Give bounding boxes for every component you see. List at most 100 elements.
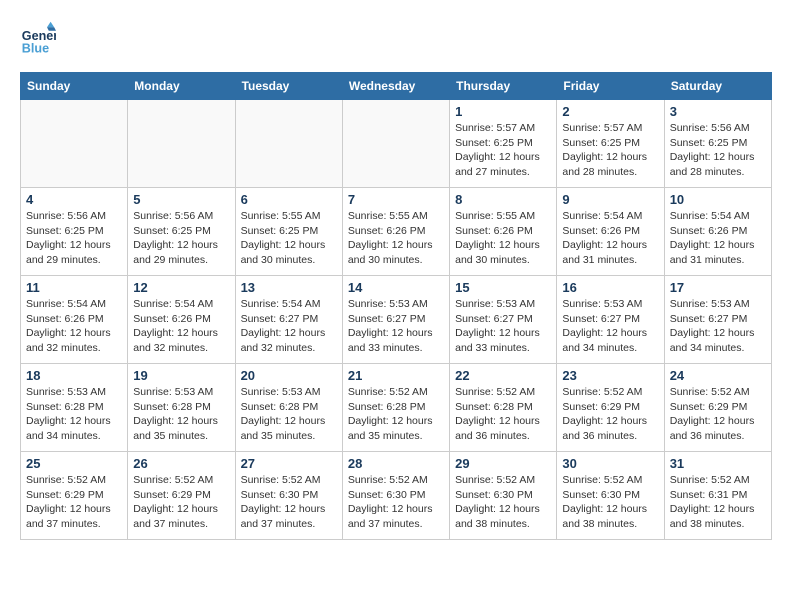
day-info: Sunrise: 5:54 AM Sunset: 6:26 PM Dayligh… — [26, 297, 122, 356]
day-info: Sunrise: 5:52 AM Sunset: 6:29 PM Dayligh… — [562, 385, 658, 444]
day-number: 3 — [670, 104, 766, 119]
calendar-cell — [128, 100, 235, 188]
calendar-cell: 24 Sunrise: 5:52 AM Sunset: 6:29 PM Dayli… — [664, 364, 771, 452]
header-monday: Monday — [128, 73, 235, 100]
day-number: 25 — [26, 456, 122, 471]
day-info: Sunrise: 5:53 AM Sunset: 6:27 PM Dayligh… — [670, 297, 766, 356]
day-info: Sunrise: 5:53 AM Sunset: 6:28 PM Dayligh… — [26, 385, 122, 444]
calendar-cell: 31 Sunrise: 5:52 AM Sunset: 6:31 PM Dayli… — [664, 452, 771, 540]
day-info: Sunrise: 5:52 AM Sunset: 6:30 PM Dayligh… — [455, 473, 551, 532]
calendar-cell: 25 Sunrise: 5:52 AM Sunset: 6:29 PM Dayli… — [21, 452, 128, 540]
header-saturday: Saturday — [664, 73, 771, 100]
header-friday: Friday — [557, 73, 664, 100]
day-number: 14 — [348, 280, 444, 295]
calendar-cell: 30 Sunrise: 5:52 AM Sunset: 6:30 PM Dayli… — [557, 452, 664, 540]
calendar-cell: 2Sunrise: 5:57 AM Sunset: 6:25 PM Daylig… — [557, 100, 664, 188]
calendar-cell: 29 Sunrise: 5:52 AM Sunset: 6:30 PM Dayli… — [450, 452, 557, 540]
calendar-cell: 4 Sunrise: 5:56 AM Sunset: 6:25 PM Daylig… — [21, 188, 128, 276]
day-number: 20 — [241, 368, 337, 383]
day-number: 4 — [26, 192, 122, 207]
calendar-cell: 27 Sunrise: 5:52 AM Sunset: 6:30 PM Dayli… — [235, 452, 342, 540]
week-row-1: 1 Sunrise: 5:57 AM Sunset: 6:25 PM Daylig… — [21, 100, 772, 188]
day-number: 22 — [455, 368, 551, 383]
day-number: 17 — [670, 280, 766, 295]
day-number: 1 — [455, 104, 551, 119]
week-row-4: 18 Sunrise: 5:53 AM Sunset: 6:28 PM Dayli… — [21, 364, 772, 452]
day-info: Sunrise: 5:53 AM Sunset: 6:27 PM Dayligh… — [455, 297, 551, 356]
day-info: Sunrise: 5:56 AM Sunset: 6:25 PM Dayligh… — [133, 209, 229, 268]
svg-text:Blue: Blue — [22, 41, 49, 55]
day-info: Sunrise: 5:52 AM Sunset: 6:30 PM Dayligh… — [348, 473, 444, 532]
calendar-cell: 7 Sunrise: 5:55 AM Sunset: 6:26 PM Daylig… — [342, 188, 449, 276]
day-number: 28 — [348, 456, 444, 471]
day-info: Sunrise: 5:54 AM Sunset: 6:26 PM Dayligh… — [562, 209, 658, 268]
calendar-cell: 15 Sunrise: 5:53 AM Sunset: 6:27 PM Dayli… — [450, 276, 557, 364]
header-thursday: Thursday — [450, 73, 557, 100]
day-info: Sunrise: 5:52 AM Sunset: 6:31 PM Dayligh… — [670, 473, 766, 532]
week-row-2: 4 Sunrise: 5:56 AM Sunset: 6:25 PM Daylig… — [21, 188, 772, 276]
calendar-cell: 21 Sunrise: 5:52 AM Sunset: 6:28 PM Dayli… — [342, 364, 449, 452]
week-row-5: 25 Sunrise: 5:52 AM Sunset: 6:29 PM Dayli… — [21, 452, 772, 540]
day-number: 23 — [562, 368, 658, 383]
day-number: 8 — [455, 192, 551, 207]
day-number: 27 — [241, 456, 337, 471]
calendar-cell — [342, 100, 449, 188]
day-number: 5 — [133, 192, 229, 207]
day-info: Sunrise: 5:53 AM Sunset: 6:28 PM Dayligh… — [241, 385, 337, 444]
day-number: 11 — [26, 280, 122, 295]
day-info: Sunrise: 5:57 AM Sunset: 6:25 PM Dayligh… — [455, 121, 551, 180]
day-number: 19 — [133, 368, 229, 383]
day-info: Sunrise: 5:55 AM Sunset: 6:26 PM Dayligh… — [455, 209, 551, 268]
calendar-cell: 11 Sunrise: 5:54 AM Sunset: 6:26 PM Dayli… — [21, 276, 128, 364]
day-info: Sunrise: 5:57 AM Sunset: 6:25 PM Dayligh… — [562, 121, 658, 180]
day-number: 15 — [455, 280, 551, 295]
day-info: Sunrise: 5:54 AM Sunset: 6:26 PM Dayligh… — [133, 297, 229, 356]
day-number: 9 — [562, 192, 658, 207]
calendar-cell: 1 Sunrise: 5:57 AM Sunset: 6:25 PM Daylig… — [450, 100, 557, 188]
day-number: 13 — [241, 280, 337, 295]
week-row-3: 11 Sunrise: 5:54 AM Sunset: 6:26 PM Dayli… — [21, 276, 772, 364]
header-sunday: Sunday — [21, 73, 128, 100]
calendar-cell: 28 Sunrise: 5:52 AM Sunset: 6:30 PM Dayli… — [342, 452, 449, 540]
calendar-cell: 19 Sunrise: 5:53 AM Sunset: 6:28 PM Dayli… — [128, 364, 235, 452]
day-number: 21 — [348, 368, 444, 383]
day-info: Sunrise: 5:52 AM Sunset: 6:28 PM Dayligh… — [348, 385, 444, 444]
day-number: 7 — [348, 192, 444, 207]
day-number: 18 — [26, 368, 122, 383]
calendar-cell: 13 Sunrise: 5:54 AM Sunset: 6:27 PM Dayli… — [235, 276, 342, 364]
day-number: 30 — [562, 456, 658, 471]
day-info: Sunrise: 5:55 AM Sunset: 6:25 PM Dayligh… — [241, 209, 337, 268]
calendar-cell: 12 Sunrise: 5:54 AM Sunset: 6:26 PM Dayli… — [128, 276, 235, 364]
day-number: 24 — [670, 368, 766, 383]
day-number: 6 — [241, 192, 337, 207]
calendar-cell: 6 Sunrise: 5:55 AM Sunset: 6:25 PM Daylig… — [235, 188, 342, 276]
day-info: Sunrise: 5:52 AM Sunset: 6:29 PM Dayligh… — [670, 385, 766, 444]
calendar-cell: 22Sunrise: 5:52 AM Sunset: 6:28 PM Dayli… — [450, 364, 557, 452]
day-info: Sunrise: 5:52 AM Sunset: 6:30 PM Dayligh… — [241, 473, 337, 532]
day-info: Sunrise: 5:52 AM Sunset: 6:30 PM Dayligh… — [562, 473, 658, 532]
header-wednesday: Wednesday — [342, 73, 449, 100]
calendar-cell: 18 Sunrise: 5:53 AM Sunset: 6:28 PM Dayli… — [21, 364, 128, 452]
calendar-header-row: SundayMondayTuesdayWednesdayThursdayFrid… — [21, 73, 772, 100]
header-tuesday: Tuesday — [235, 73, 342, 100]
calendar-cell: 23 Sunrise: 5:52 AM Sunset: 6:29 PM Dayli… — [557, 364, 664, 452]
logo: General Blue — [20, 20, 60, 56]
day-number: 12 — [133, 280, 229, 295]
calendar-cell: 3Sunrise: 5:56 AM Sunset: 6:25 PM Daylig… — [664, 100, 771, 188]
calendar-cell: 14 Sunrise: 5:53 AM Sunset: 6:27 PM Dayli… — [342, 276, 449, 364]
day-number: 29 — [455, 456, 551, 471]
day-info: Sunrise: 5:53 AM Sunset: 6:27 PM Dayligh… — [562, 297, 658, 356]
calendar-cell: 20 Sunrise: 5:53 AM Sunset: 6:28 PM Dayli… — [235, 364, 342, 452]
day-info: Sunrise: 5:54 AM Sunset: 6:27 PM Dayligh… — [241, 297, 337, 356]
day-number: 31 — [670, 456, 766, 471]
calendar-table: SundayMondayTuesdayWednesdayThursdayFrid… — [20, 72, 772, 540]
day-info: Sunrise: 5:55 AM Sunset: 6:26 PM Dayligh… — [348, 209, 444, 268]
calendar-cell: 26Sunrise: 5:52 AM Sunset: 6:29 PM Dayli… — [128, 452, 235, 540]
calendar-cell: 8 Sunrise: 5:55 AM Sunset: 6:26 PM Daylig… — [450, 188, 557, 276]
day-info: Sunrise: 5:53 AM Sunset: 6:27 PM Dayligh… — [348, 297, 444, 356]
calendar-cell: 17 Sunrise: 5:53 AM Sunset: 6:27 PM Dayli… — [664, 276, 771, 364]
day-info: Sunrise: 5:56 AM Sunset: 6:25 PM Dayligh… — [26, 209, 122, 268]
header: General Blue — [20, 20, 772, 56]
day-info: Sunrise: 5:52 AM Sunset: 6:29 PM Dayligh… — [26, 473, 122, 532]
day-info: Sunrise: 5:53 AM Sunset: 6:28 PM Dayligh… — [133, 385, 229, 444]
